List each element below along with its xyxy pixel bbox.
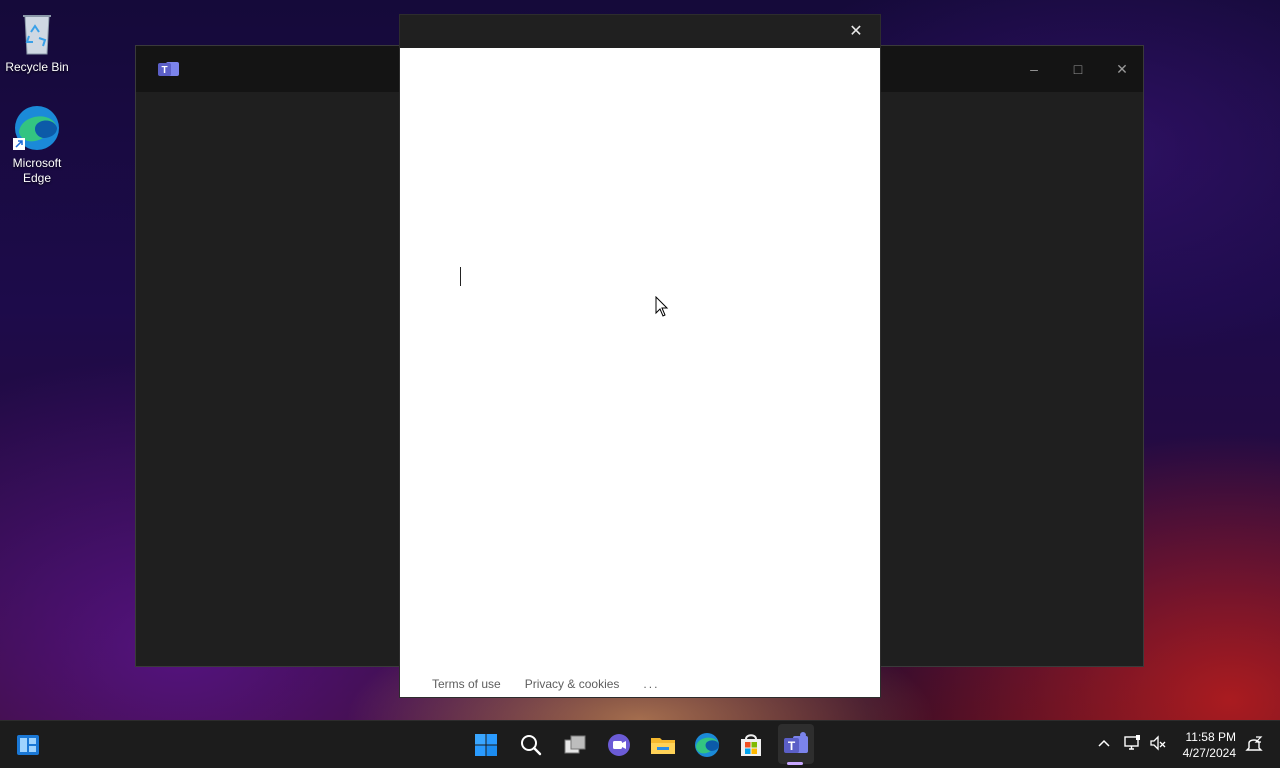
dialog-close-button[interactable]: ✕	[838, 19, 874, 45]
close-button[interactable]: ✕	[1107, 58, 1137, 80]
task-view-icon[interactable]	[559, 729, 591, 761]
svg-text:T: T	[161, 65, 167, 76]
teams-icon: T	[158, 59, 180, 79]
maximize-button[interactable]: □	[1063, 58, 1093, 80]
volume-muted-icon[interactable]	[1148, 733, 1168, 753]
more-options-link[interactable]: ...	[643, 677, 659, 691]
folder-icon[interactable]	[647, 729, 679, 761]
clock-time: 11:58 PM	[1185, 730, 1236, 744]
recycle-bin-label: Recycle Bin	[5, 60, 69, 74]
dialog-footer: Terms of use Privacy & cookies ...	[432, 677, 659, 691]
edge-icon	[13, 104, 61, 152]
edge-label: Microsoft Edge	[12, 156, 62, 185]
mouse-pointer-icon	[655, 295, 669, 323]
store-icon[interactable]	[735, 729, 767, 761]
desktop-icon-edge[interactable]: Microsoft Edge	[0, 104, 74, 186]
sign-in-dialog: ✕ Terms of use Privacy & cookies ...	[399, 14, 881, 698]
search-icon[interactable]	[515, 729, 547, 761]
widgets-icon[interactable]	[12, 729, 44, 761]
network-icon[interactable]	[1122, 733, 1142, 753]
terms-of-use-link[interactable]: Terms of use	[432, 677, 501, 691]
minimize-button[interactable]: –	[1019, 58, 1049, 80]
desktop-icon-recycle-bin[interactable]: Recycle Bin	[0, 8, 74, 75]
active-app-indicator	[787, 762, 803, 765]
windows-start-icon[interactable]	[470, 729, 502, 761]
taskbar: T 11:58 PM 4/27/2024	[0, 720, 1280, 768]
chat-icon[interactable]	[603, 729, 635, 761]
teams-taskbar-icon[interactable]: T	[780, 729, 812, 761]
svg-text:T: T	[788, 739, 796, 753]
privacy-cookies-link[interactable]: Privacy & cookies	[525, 677, 620, 691]
dialog-titlebar[interactable]: ✕	[400, 15, 880, 48]
clock-date: 4/27/2024	[1182, 746, 1236, 760]
edge-taskbar-icon[interactable]	[691, 729, 723, 761]
notifications-icon[interactable]	[1244, 734, 1264, 754]
recycle-bin-icon	[13, 8, 61, 56]
system-clock[interactable]: 11:58 PM 4/27/2024	[1183, 729, 1236, 761]
tray-chevron-icon[interactable]	[1094, 733, 1114, 753]
text-caret	[460, 267, 461, 286]
